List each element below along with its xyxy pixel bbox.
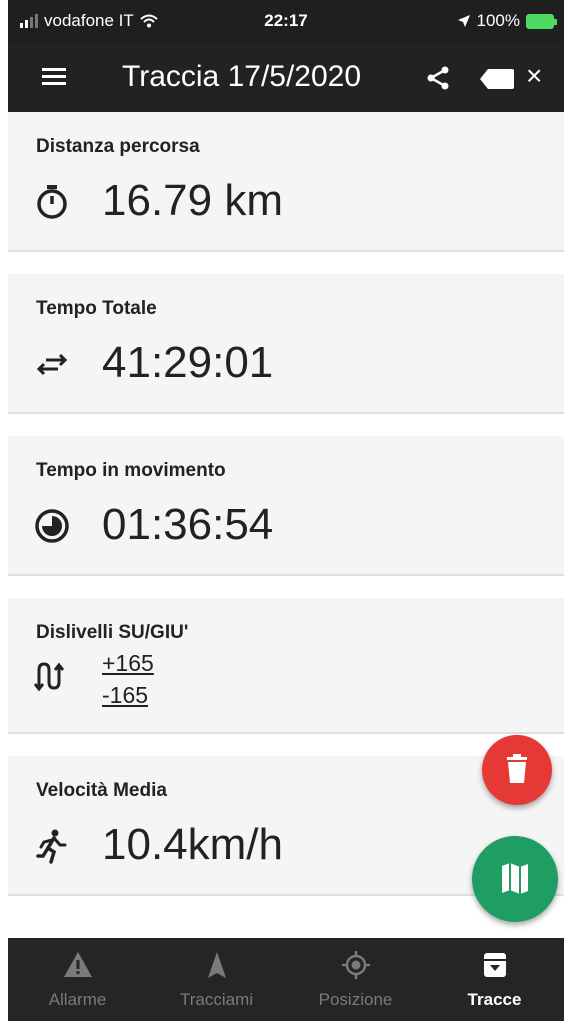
warning-icon [63,952,92,977]
status-bar: vodafone IT 22:17 100% [8,0,564,42]
nav-label-posizione: Posizione [318,990,393,1009]
stat-card-moving-time: Tempo in movimento 01:36:54 [8,436,564,576]
share-icon[interactable] [424,64,452,92]
pie-clock-icon [35,509,69,543]
bottom-navigation: Allarme Tracciami Posizione Tracce [8,938,564,1021]
running-person-icon [36,829,67,864]
nav-item-posizione[interactable]: Posizione [286,938,425,1021]
nav-item-tracciami[interactable]: Tracciami [147,938,286,1021]
nav-label-tracce: Tracce [467,990,522,1009]
elevation-up-value: +165 [102,650,154,676]
total-time-value: 41:29:01 [102,338,274,387]
nav-item-tracce[interactable]: Tracce [425,938,564,1021]
map-icon [502,863,528,894]
moving-time-label: Tempo in movimento [36,460,226,481]
total-time-label: Tempo Totale [36,298,157,319]
stat-card-distance: Distanza percorsa 16.79 km [8,112,564,252]
stat-card-elevation: Dislivelli SU/GIU' +165 -165 [8,598,564,734]
avg-speed-value: 10.4km/h [102,820,283,869]
label-icon[interactable] [480,69,514,89]
distance-value: 16.79 km [102,176,283,225]
menu-icon[interactable] [42,68,66,86]
nav-label-allarme: Allarme [48,990,107,1009]
app-screen: vodafone IT 22:17 100% Traccia 17/5/2020 [8,0,564,1021]
distance-label: Distanza percorsa [36,136,200,157]
archive-box-icon [483,953,506,977]
elevation-down-value: -165 [102,682,149,708]
trash-icon [507,754,527,783]
location-target-icon [341,951,370,979]
app-bar: Traccia 17/5/2020 × [8,42,564,112]
page-title: Traccia 17/5/2020 [122,60,362,93]
status-right: 100% [457,11,557,31]
battery-percent: 100% [476,11,520,30]
nav-item-allarme[interactable]: Allarme [8,938,147,1021]
location-arrow-icon [457,15,470,27]
stat-card-total-time: Tempo Totale 41:29:01 [8,274,564,414]
battery-icon [526,13,557,29]
elevation-label: Dislivelli SU/GIU' [36,622,189,643]
nav-label-tracciami: Tracciami [179,990,254,1009]
moving-time-value: 01:36:54 [102,500,274,549]
show-map-button[interactable] [472,836,558,922]
close-icon[interactable]: × [526,62,542,90]
navigation-arrow-icon [207,952,226,978]
stopwatch-icon [37,185,67,219]
track-stats: Distanza percorsa 16.79 km Tempo Totale … [8,112,564,938]
elevation-arrows-icon [34,662,65,692]
delete-track-button[interactable] [482,735,552,805]
avg-speed-label: Velocità Media [36,780,167,801]
swap-arrows-icon [36,353,68,376]
